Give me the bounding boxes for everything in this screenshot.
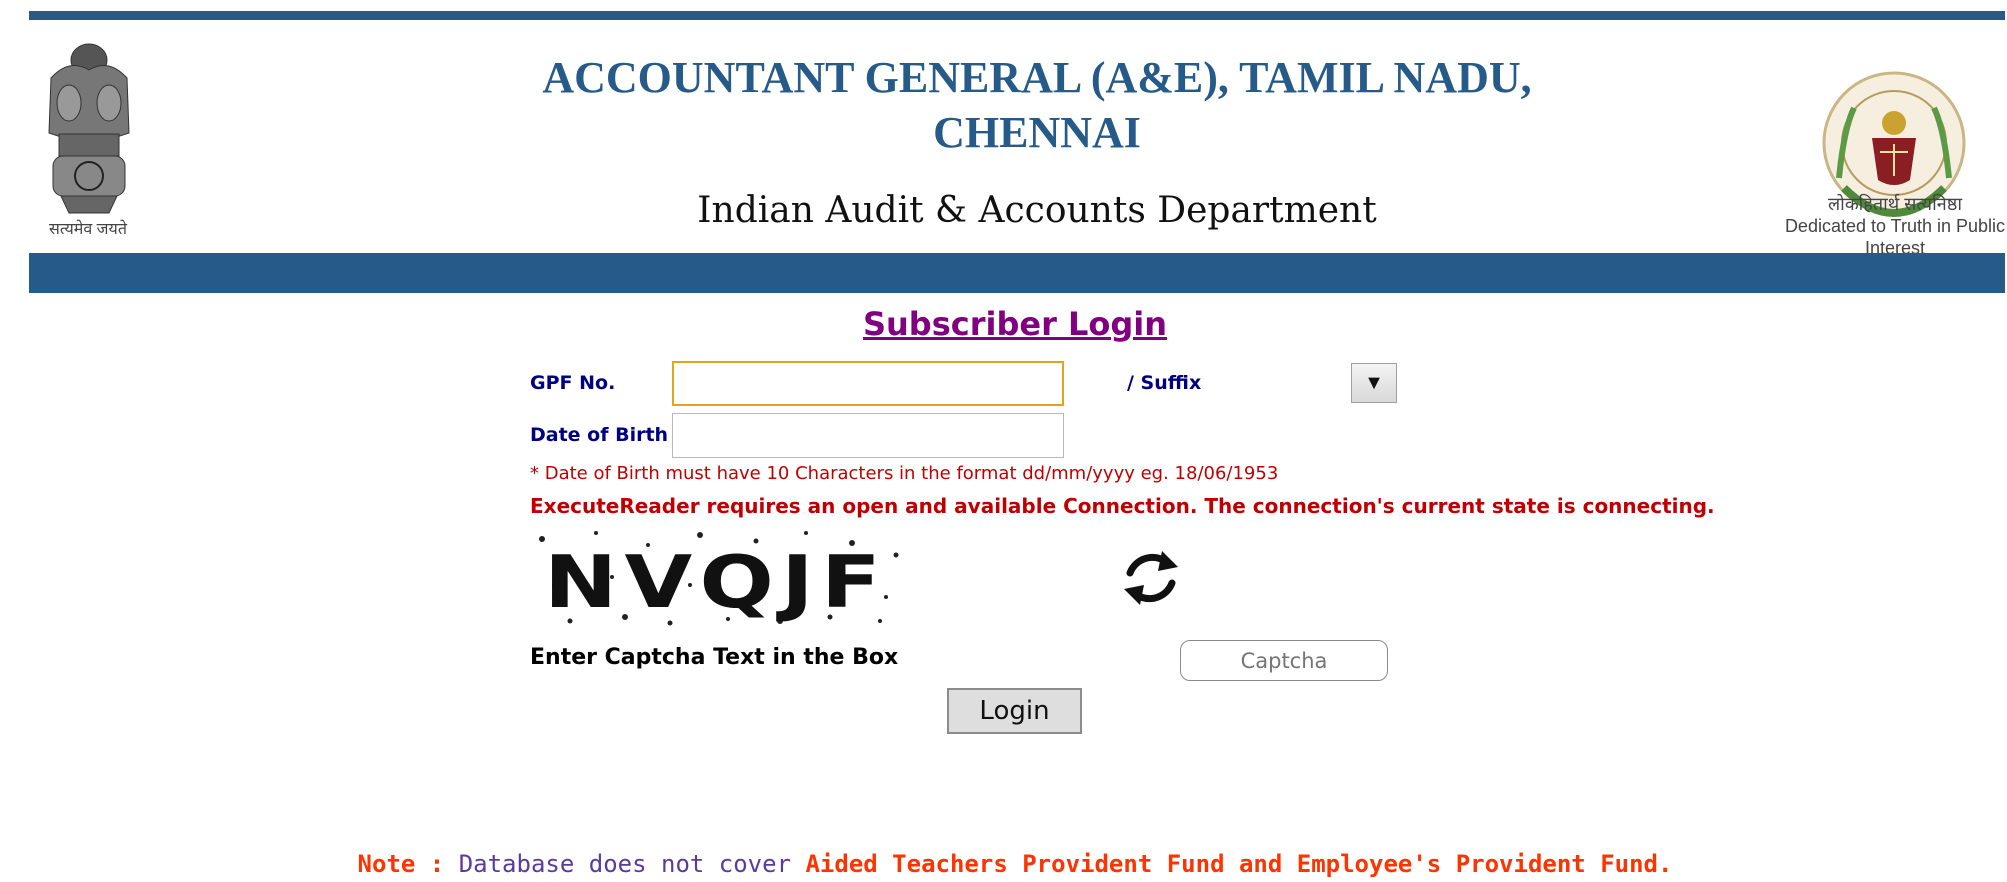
captcha-text: NVQJF	[544, 540, 888, 624]
error-message: ExecuteReader requires an open and avail…	[530, 494, 1715, 518]
suffix-label: / Suffix	[1127, 372, 1202, 394]
top-stripe	[29, 11, 2005, 20]
captcha-input[interactable]	[1180, 640, 1388, 681]
captcha-label: Enter Captcha Text in the Box	[530, 645, 899, 670]
header-band	[29, 253, 2005, 293]
chevron-down-icon: ▼	[1364, 372, 1384, 394]
right-motto: लोकहितार्थ सत्यनिष्ठा Dedicated to Truth…	[1784, 194, 2006, 258]
department-subtitle: Indian Audit & Accounts Department	[697, 190, 1377, 231]
dob-hint: * Date of Birth must have 10 Characters …	[530, 463, 1279, 484]
suffix-dropdown[interactable]: ▼	[1351, 363, 1397, 403]
login-button[interactable]: Login	[947, 688, 1082, 734]
site-header: सत्यमेव जयते ACCOUNTANT GENERAL (A&E), T…	[29, 20, 2005, 258]
gpf-input[interactable]	[672, 361, 1064, 406]
dob-label: Date of Birth	[530, 424, 669, 446]
page-title: ACCOUNTANT GENERAL (A&E), TAMIL NADU, CH…	[542, 53, 1532, 157]
footer-note: Note : Database does not cover Aided Tea…	[357, 850, 1673, 878]
left-motto: सत्यमेव जयते	[49, 221, 127, 238]
refresh-captcha-icon[interactable]	[1120, 543, 1182, 613]
captcha-image: NVQJF	[530, 525, 904, 630]
subscriber-login-title: Subscriber Login	[862, 305, 1168, 343]
gpf-label: GPF No.	[530, 372, 616, 394]
dob-input[interactable]	[672, 413, 1064, 458]
